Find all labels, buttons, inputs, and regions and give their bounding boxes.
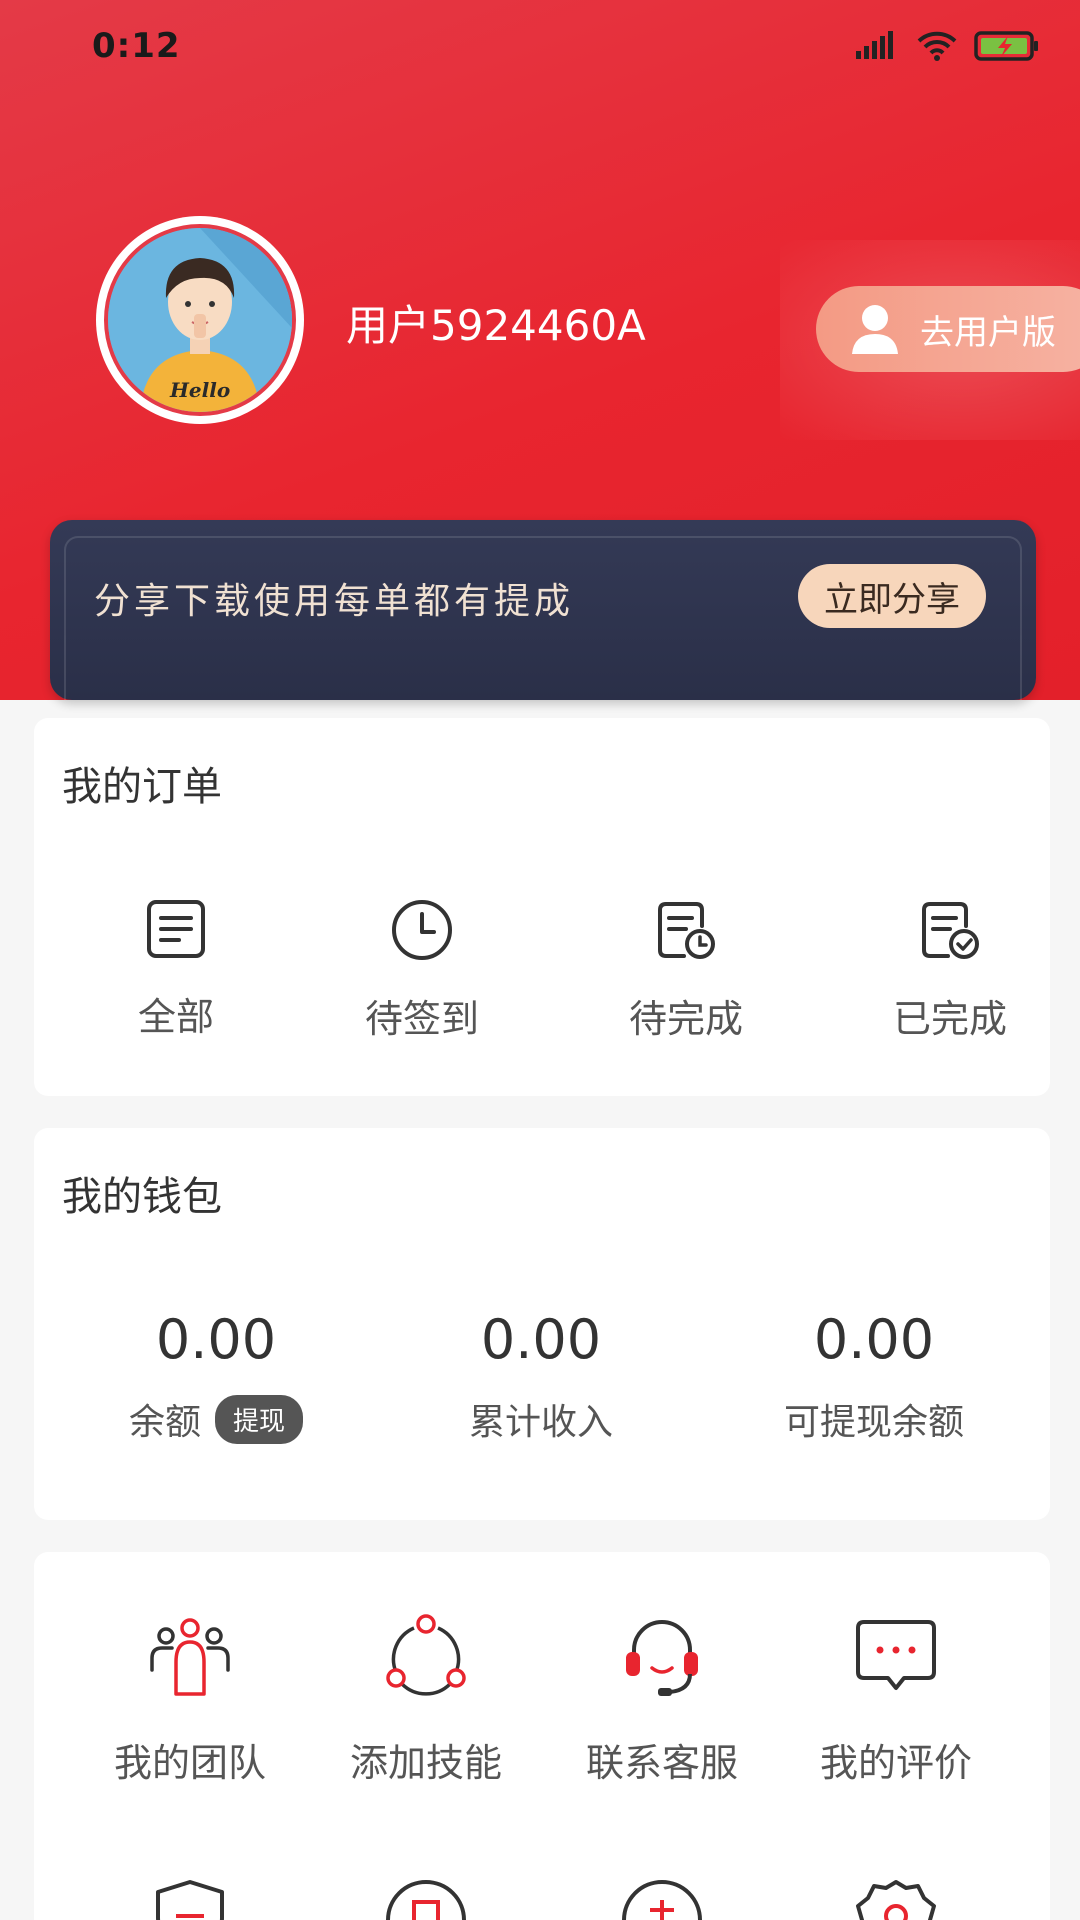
doc-clock-icon: [658, 902, 715, 959]
shield-cert-icon: [156, 1880, 224, 1920]
circle-char-icon: [622, 1880, 702, 1920]
share-banner: 分享下载使用每单都有提成 立即分享: [50, 520, 1036, 700]
tool-my-team-label: 我的团队: [113, 1741, 266, 1785]
status-icons: [854, 30, 1040, 62]
wallet-total-income[interactable]: 0.00 累计收入: [391, 1308, 691, 1445]
tool-contact-support-label: 联系客服: [585, 1741, 738, 1785]
order-all-label: 全部: [137, 995, 214, 1039]
wallet-withdrawable[interactable]: 0.00 可提现余额: [724, 1308, 1024, 1445]
username: 用户5924460A: [346, 301, 646, 350]
wallet-title: 我的钱包: [62, 1174, 222, 1220]
tool-row2-item-3[interactable]: [552, 1878, 772, 1920]
tool-my-reviews-label: 我的评价: [819, 1741, 972, 1785]
commission-circle-icon: [386, 1880, 466, 1920]
withdraw-button[interactable]: 提现: [215, 1394, 304, 1444]
signal-icon: [856, 31, 893, 59]
withdrawable-value: 0.00: [813, 1308, 935, 1371]
avatar[interactable]: Hello: [96, 216, 304, 424]
tool-my-reviews[interactable]: 我的评价: [786, 1614, 1006, 1787]
order-completed-label: 已完成: [892, 997, 1007, 1041]
chat-bubble-icon: [856, 1620, 936, 1690]
share-now-button[interactable]: 立即分享: [798, 564, 986, 628]
balance-value: 0.00: [155, 1308, 277, 1371]
order-pending-complete-label: 待完成: [628, 997, 743, 1041]
avatar-caption: Hello: [170, 378, 231, 402]
skill-network-icon: [386, 1614, 466, 1696]
clock-icon: [392, 900, 452, 960]
doc-check-icon: [922, 902, 979, 959]
status-bar: 0:12: [0, 0, 1080, 96]
balance-label-row: 余额 提现: [128, 1393, 304, 1445]
tool-contact-support[interactable]: 联系客服: [552, 1614, 772, 1787]
my-wallet-card: 我的钱包 0.00 余额 提现 0.00 累计收入 0.00 可提现余额: [34, 1128, 1050, 1520]
order-pending-complete[interactable]: 待完成: [586, 898, 786, 1043]
my-orders-card: 我的订单 全部 待签到 待完成 已完成: [34, 718, 1050, 1096]
wifi-icon: [917, 31, 957, 61]
headset-icon: [626, 1620, 698, 1696]
wallet-balance[interactable]: 0.00 余额 提现: [66, 1308, 366, 1445]
status-time: 0:12: [92, 26, 181, 66]
order-completed[interactable]: 已完成: [850, 898, 1050, 1043]
tool-row2-item-4[interactable]: [786, 1878, 1006, 1920]
switch-button-label: 去用户版: [920, 312, 1056, 353]
balance-label: 余额: [128, 1402, 201, 1443]
order-pending-checkin[interactable]: 待签到: [322, 898, 522, 1043]
avatar-image: Hello: [104, 224, 296, 416]
tool-add-skill[interactable]: 添加技能: [316, 1614, 536, 1787]
tool-my-team[interactable]: 我的团队: [80, 1614, 300, 1787]
list-icon: [147, 900, 205, 958]
orders-title: 我的订单: [62, 764, 222, 810]
battery-charging-icon: [974, 31, 1038, 61]
order-all[interactable]: 全部: [76, 898, 276, 1041]
tools-card: 我的团队 添加技能 联系客服 我的评价: [34, 1552, 1050, 1920]
tool-row2-item-2[interactable]: [316, 1878, 536, 1920]
tool-add-skill-label: 添加技能: [349, 1741, 502, 1785]
gear-badge-icon: [856, 1880, 936, 1920]
order-pending-checkin-label: 待签到: [364, 997, 479, 1041]
team-icon: [150, 1618, 230, 1696]
switch-to-user-version-button[interactable]: 去用户版: [816, 286, 1080, 372]
total-income-value: 0.00: [480, 1308, 602, 1371]
total-income-label: 累计收入: [468, 1402, 613, 1443]
tool-row2-item-1[interactable]: [80, 1878, 300, 1920]
user-icon: [852, 305, 898, 354]
share-banner-text: 分享下载使用每单都有提成: [94, 581, 575, 622]
withdrawable-label: 可提现余额: [783, 1402, 964, 1443]
